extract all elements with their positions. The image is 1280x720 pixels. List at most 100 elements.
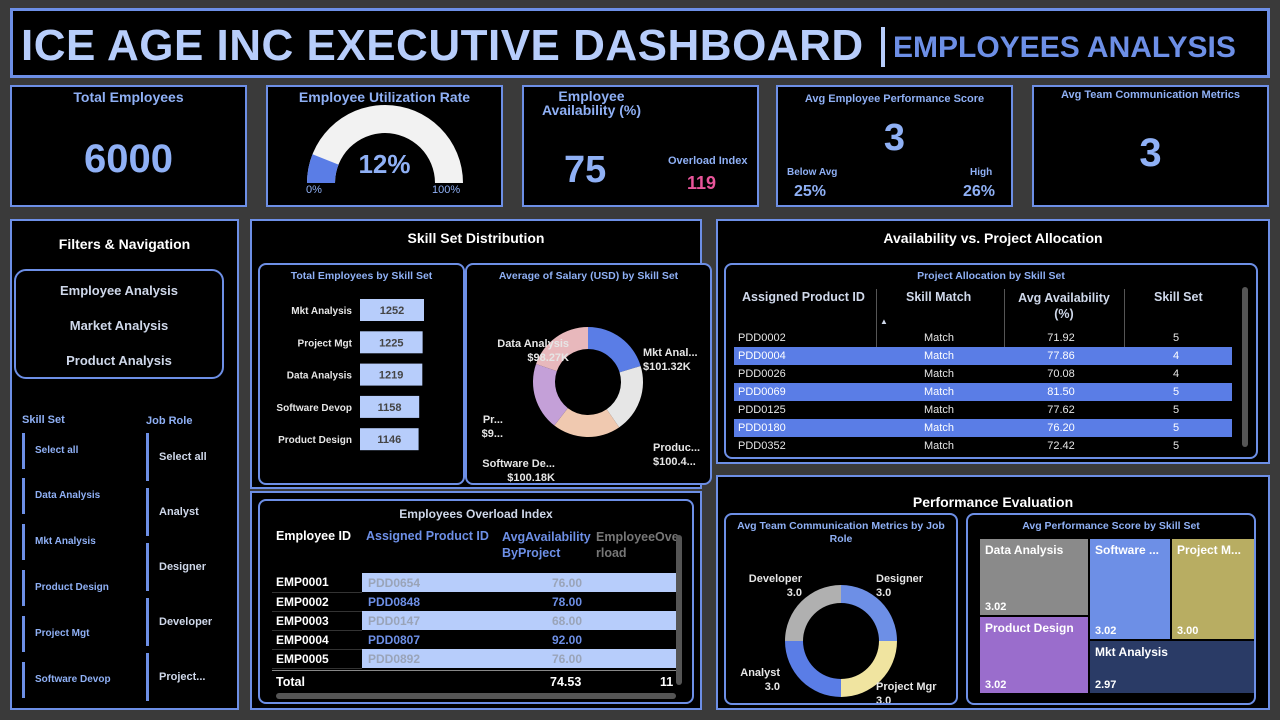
donut-label: Designer — [876, 573, 924, 585]
skill-slicer-select-all[interactable]: Select all — [22, 433, 78, 469]
total-avail: 74.53 — [550, 675, 582, 689]
cell-product-id: PDD0654 — [362, 573, 498, 592]
cell-id: PDD0026 — [738, 368, 786, 380]
horizontal-scrollbar[interactable] — [276, 693, 676, 699]
filters-panel: Filters & Navigation Employee Analysis M… — [10, 219, 239, 710]
bar-value-label: 1158 — [378, 402, 402, 414]
role-slicer-designer[interactable]: Designer — [146, 543, 206, 591]
col-avg-availability[interactable]: AvgAvailabilityByProject — [502, 529, 592, 561]
table-row[interactable]: PDD0026 Match 70.08 4 — [734, 365, 1232, 383]
nav-product-analysis[interactable]: Product Analysis — [16, 353, 222, 368]
donut-label: Developer — [749, 573, 803, 585]
nav-employee-analysis[interactable]: Employee Analysis — [16, 283, 222, 298]
role-slicer-analyst[interactable]: Analyst — [146, 488, 199, 536]
cell-overload — [586, 592, 676, 611]
score-treemap-card: Avg Performance Score by Skill Set Data … — [966, 513, 1256, 705]
table-row[interactable]: EMP0004 PDD0807 92.00 — [272, 630, 676, 650]
table-row[interactable]: EMP0002 PDD0848 78.00 — [272, 592, 676, 612]
treemap-label: Product Design — [985, 621, 1074, 635]
total-overload: 11 — [660, 675, 674, 689]
table-row[interactable]: PDD0004 Match 77.86 4 — [734, 347, 1232, 365]
treemap-tile-1[interactable]: Software ... 3.02 — [1090, 539, 1170, 639]
donut-slice-2[interactable] — [785, 641, 841, 697]
skill-distribution-title: Skill Set Distribution — [407, 230, 545, 246]
donut-value-label: 3.0 — [876, 695, 891, 703]
bar-chart-title: Total Employees by Skill Set — [290, 270, 433, 282]
salary-donut-title: Average of Salary (USD) by Skill Set — [498, 270, 679, 282]
nav-market-analysis[interactable]: Market Analysis — [16, 318, 222, 333]
score-treemap-title: Avg Performance Score by Skill Set — [1022, 520, 1200, 532]
skill-slicer-software-devop[interactable]: Software Devop — [22, 662, 111, 698]
kpi-total-employees: Total Employees 6000 — [10, 85, 247, 207]
skill-slicer-product-design[interactable]: Product Design — [22, 570, 109, 606]
col-employee-overload[interactable]: EmployeeOverload — [596, 529, 682, 563]
vertical-scrollbar[interactable] — [676, 535, 682, 685]
donut-label: Data Analysis — [497, 338, 569, 350]
title-divider — [881, 27, 885, 67]
treemap-label: Software ... — [1095, 543, 1160, 557]
treemap-tile-3[interactable]: Product Design 3.02 — [980, 617, 1088, 693]
total-divider — [272, 670, 676, 671]
cell-product-id: PDD0848 — [362, 592, 498, 611]
bar-value-label: 1219 — [379, 370, 403, 382]
treemap-tile-0[interactable]: Data Analysis 3.02 — [980, 539, 1088, 615]
kpi-label-line2: Availability (%) — [541, 102, 642, 118]
skill-slicer-data-analysis[interactable]: Data Analysis — [22, 478, 100, 514]
role-slicer-developer[interactable]: Developer — [146, 598, 212, 646]
treemap-tile-2[interactable]: Project M... 3.00 — [1172, 539, 1254, 639]
cell-skill: 5 — [1172, 440, 1180, 452]
table-row[interactable]: PDD0180 Match 76.20 5 — [734, 419, 1232, 437]
cell-avail: 77.62 — [1047, 404, 1075, 416]
overload-table-card: Employees Overload Index Employee ID Ass… — [258, 499, 694, 704]
skill-slicer-project-mgt[interactable]: Project Mgt — [22, 616, 89, 652]
treemap-value: 3.02 — [985, 679, 1007, 691]
job-role-slicer-label: Job Role — [146, 415, 193, 427]
sort-ascending-icon[interactable]: ▲ — [880, 317, 888, 326]
kpi-communication: Avg Team Communication Metrics 3 — [1032, 85, 1269, 207]
donut-value-label: $101.32K — [643, 361, 691, 373]
role-slicer-select-all[interactable]: Select all — [146, 433, 207, 481]
table-row[interactable]: PDD0069 Match 81.50 5 — [734, 383, 1232, 401]
cell-product-id: PDD0892 — [362, 649, 498, 668]
treemap-value: 3.02 — [985, 601, 1007, 613]
table-row[interactable]: EMP0003 PDD0147 68.00 — [272, 611, 676, 631]
treemap-tile-4[interactable]: Mkt Analysis 2.97 — [1090, 641, 1254, 693]
cell-availability: 68.00 — [498, 611, 586, 630]
donut-label: Project Mgr — [876, 681, 937, 693]
cell-employee-id: EMP0001 — [272, 573, 362, 593]
table-row[interactable]: EMP0005 PDD0892 76.00 — [272, 649, 676, 669]
skill-set-slicer-label: Skill Set — [22, 414, 65, 426]
col-skill-match[interactable]: Skill Match — [906, 290, 971, 304]
table-row[interactable]: EMP0001 PDD0654 76.00 — [272, 573, 676, 593]
cell-employee-id: EMP0002 — [272, 592, 362, 612]
bar-category-label: Product Design — [278, 435, 352, 446]
allocation-title: Availability vs. Project Allocation — [883, 230, 1103, 246]
treemap-label: Mkt Analysis — [1095, 645, 1168, 659]
table-row[interactable]: PDD0352 Match 72.42 5 — [734, 437, 1232, 455]
kpi-value: 6000 — [84, 137, 173, 181]
col-assigned-product-id[interactable]: Assigned Product ID — [366, 529, 489, 543]
col-avg-availability[interactable]: Avg Availability (%) — [1012, 290, 1116, 322]
cell-match: Match — [876, 383, 1002, 401]
cell-avail: 71.92 — [1047, 332, 1075, 344]
role-slicer-project[interactable]: Project... — [146, 653, 205, 701]
col-skill-set[interactable]: Skill Set — [1154, 290, 1203, 304]
cell-availability: 92.00 — [498, 630, 586, 649]
cell-skill: 5 — [1120, 419, 1232, 437]
cell-availability: 76.00 — [498, 649, 586, 668]
table-row[interactable]: PDD0125 Match 77.62 5 — [734, 401, 1232, 419]
skill-slicer-mkt-analysis[interactable]: Mkt Analysis — [22, 524, 96, 560]
high-value: 26% — [963, 183, 996, 200]
donut-label: Produc... — [653, 442, 700, 454]
vertical-scrollbar[interactable] — [1242, 287, 1248, 447]
treemap-label: Project M... — [1177, 543, 1242, 557]
donut-slice-0[interactable] — [588, 327, 641, 373]
table-row[interactable]: PDD0002 Match 71.92 5 — [734, 329, 1232, 347]
col-assigned-product-id[interactable]: Assigned Product ID — [742, 290, 865, 304]
kpi-label: Avg Employee Performance Score — [804, 93, 985, 105]
col-employee-id[interactable]: Employee ID — [276, 529, 351, 543]
cell-overload — [586, 573, 676, 592]
allocation-table-title: Project Allocation by Skill Set — [917, 270, 1065, 282]
bar-category-label: Mkt Analysis — [291, 306, 352, 317]
kpi-label: Total Employees — [73, 89, 184, 105]
